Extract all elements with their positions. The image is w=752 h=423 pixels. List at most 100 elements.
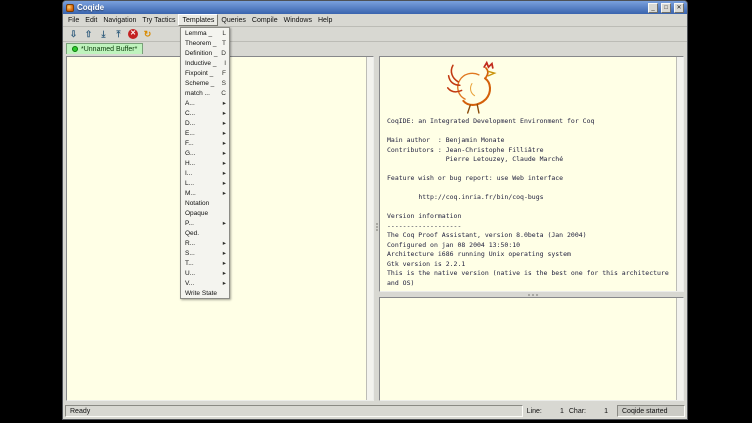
script-scrollbar[interactable] [366, 57, 373, 400]
menu-item-label: C... [185, 110, 195, 117]
shortcut-label: I [224, 60, 226, 67]
menu-item-label: Lemma _ [185, 30, 212, 37]
submenu-arrow-icon: ▸ [223, 179, 226, 187]
shortcut-label: L [222, 30, 226, 37]
menu-item-fixpoint[interactable]: Fixpoint _F [181, 68, 229, 78]
menubar-item-help[interactable]: Help [315, 14, 335, 26]
menu-item-e[interactable]: E... ▸ [181, 128, 229, 138]
menubar-item-queries[interactable]: Queries [218, 14, 249, 26]
shortcut-label: F [222, 70, 226, 77]
menu-item-r[interactable]: R...▸ [181, 238, 229, 248]
goal-scrollbar[interactable] [676, 57, 683, 291]
menu-item-label: Opaque [185, 210, 208, 217]
menu-item-u[interactable]: U...▸ [181, 268, 229, 278]
menu-item-qed[interactable]: Qed. [181, 228, 229, 238]
menu-item-label: Write State [185, 290, 217, 297]
menu-item-label: D... [185, 120, 195, 127]
menubar-item-windows[interactable]: Windows [281, 14, 315, 26]
menu-item-inductive[interactable]: Inductive _ I [181, 58, 229, 68]
titlebar[interactable]: Coqide _ □ ✕ [63, 1, 687, 14]
menu-item-d[interactable]: D... ▸ [181, 118, 229, 128]
backward-icon[interactable]: ⇧ [83, 29, 94, 40]
shortcut-label: C [221, 90, 226, 97]
menubar-item-file[interactable]: File [65, 14, 82, 26]
menu-item-label: Notation [185, 200, 209, 207]
submenu-arrow-icon: ▸ [223, 219, 226, 227]
cursor-position: Line: 1 Char: 1 [527, 408, 613, 415]
shortcut-label: T [222, 40, 226, 47]
restart-icon[interactable]: ↻ [142, 29, 153, 40]
menu-item-label: A... [185, 100, 195, 107]
menu-item-match[interactable]: match ... C [181, 88, 229, 98]
submenu-arrow-icon: ▸ [223, 269, 226, 277]
status-message-text: Coqide started [622, 408, 668, 415]
menubar-item-templates[interactable]: Templates [178, 14, 218, 26]
menu-item-c[interactable]: C... ▸ [181, 108, 229, 118]
menu-item-i[interactable]: I...▸ [181, 168, 229, 178]
menu-item-lemma[interactable]: Lemma _ L [181, 28, 229, 38]
submenu-arrow-icon: ▸ [223, 249, 226, 257]
menu-item-label: S... [185, 250, 195, 257]
toolbar: ⇩ ⇧ ⤓ ⤒ ✕ ↻ [63, 27, 687, 42]
menu-item-label: V... [185, 280, 194, 287]
go-to-end-icon[interactable]: ⤓ [98, 29, 109, 40]
line-label: Line: [527, 408, 542, 415]
menu-item-a[interactable]: A...▸ [181, 98, 229, 108]
message-scrollbar[interactable] [676, 298, 683, 400]
menu-item-label: match ... [185, 90, 210, 97]
menu-item-m[interactable]: M... ▸ [181, 188, 229, 198]
message-pane[interactable] [379, 297, 684, 401]
splitter-handle-icon [375, 222, 378, 232]
menu-item-f[interactable]: F...▸ [181, 138, 229, 148]
char-value: 1 [586, 408, 608, 415]
submenu-arrow-icon: ▸ [223, 159, 226, 167]
menu-item-label: F... [185, 140, 194, 147]
coq-rooster-logo [446, 59, 498, 115]
go-to-start-icon[interactable]: ⤒ [113, 29, 124, 40]
submenu-arrow-icon: ▸ [223, 259, 226, 267]
interrupt-icon[interactable]: ✕ [128, 29, 138, 39]
menu-item-t[interactable]: T...▸ [181, 258, 229, 268]
coqide-window: Coqide _ □ ✕ FileEditNavigationTry Tacti… [62, 0, 688, 420]
menubar-item-compile[interactable]: Compile [249, 14, 281, 26]
menu-item-label: Scheme _ [185, 80, 214, 87]
menubar: FileEditNavigationTry TacticsTemplatesQu… [63, 14, 687, 27]
close-button[interactable]: ✕ [674, 3, 684, 13]
forward-icon[interactable]: ⇩ [68, 29, 79, 40]
menu-item-definition[interactable]: Definition _D [181, 48, 229, 58]
menu-item-g[interactable]: G...▸ [181, 148, 229, 158]
menu-item-v[interactable]: V...▸ [181, 278, 229, 288]
menu-item-write-state[interactable]: Write State [181, 288, 229, 298]
menu-item-opaque[interactable]: Opaque [181, 208, 229, 218]
menubar-item-edit[interactable]: Edit [82, 14, 100, 26]
menu-item-theorem[interactable]: Theorem _T [181, 38, 229, 48]
shortcut-label: D [221, 50, 226, 57]
tab-unnamed-buffer[interactable]: *Unnamed Buffer* [66, 43, 143, 54]
line-value: 1 [542, 408, 564, 415]
minimize-button[interactable]: _ [648, 3, 658, 13]
status-text: Ready [70, 408, 90, 415]
goal-pane[interactable]: CoqIDE: an Integrated Development Enviro… [379, 56, 684, 292]
status-message: Coqide started [617, 405, 685, 417]
menu-item-label: Inductive _ [185, 60, 216, 67]
submenu-arrow-icon: ▸ [223, 119, 226, 127]
menubar-item-navigation[interactable]: Navigation [100, 14, 139, 26]
shortcut-label: S [222, 80, 226, 87]
menu-item-l[interactable]: L...▸ [181, 178, 229, 188]
maximize-button[interactable]: □ [661, 3, 671, 13]
menu-item-scheme[interactable]: Scheme _ S [181, 78, 229, 88]
menu-item-p[interactable]: P...▸ [181, 218, 229, 228]
submenu-arrow-icon: ▸ [223, 109, 226, 117]
submenu-arrow-icon: ▸ [223, 149, 226, 157]
window-title: Coqide [77, 1, 645, 14]
menu-item-label: I... [185, 170, 192, 177]
menu-item-s[interactable]: S... ▸ [181, 248, 229, 258]
submenu-arrow-icon: ▸ [223, 129, 226, 137]
templates-menu: Lemma _LTheorem _TDefinition _DInductive… [180, 27, 230, 299]
submenu-arrow-icon: ▸ [223, 189, 226, 197]
menu-item-label: E... [185, 130, 195, 137]
menu-item-label: M... [185, 190, 196, 197]
menu-item-h[interactable]: H...▸ [181, 158, 229, 168]
menubar-item-try-tactics[interactable]: Try Tactics [139, 14, 178, 26]
menu-item-notation[interactable]: Notation [181, 198, 229, 208]
